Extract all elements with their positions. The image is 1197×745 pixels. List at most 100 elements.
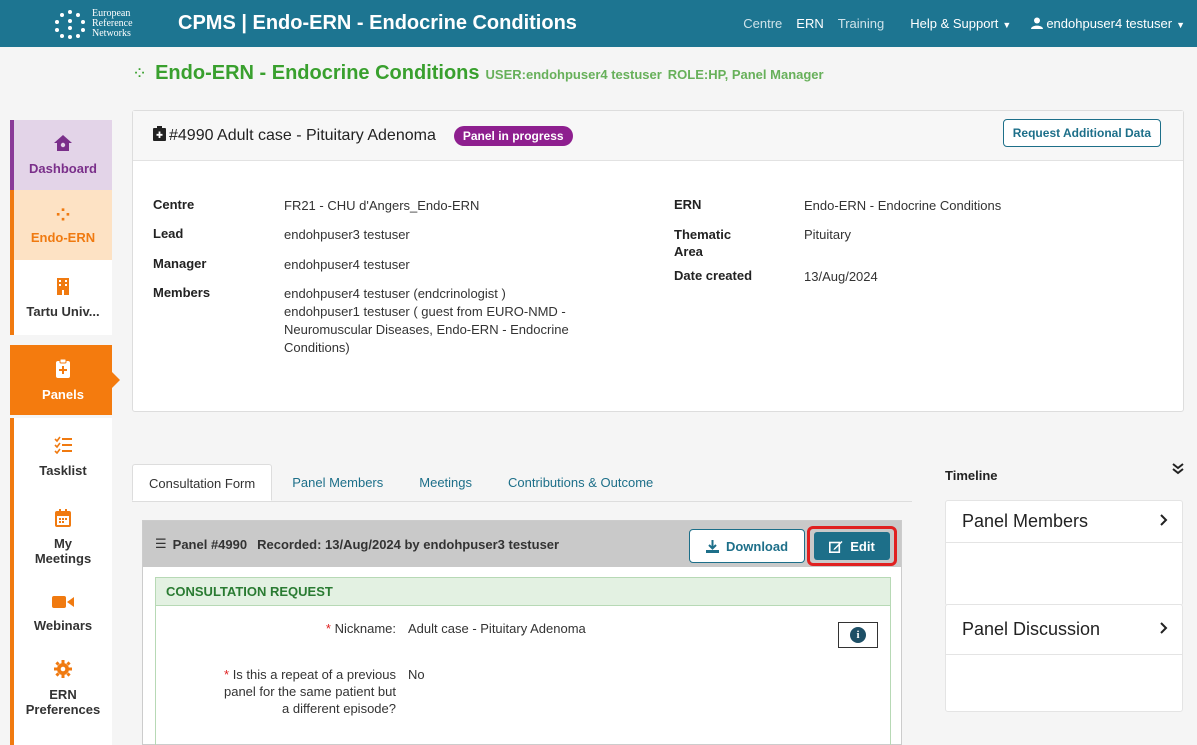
panel-tabs: Consultation Form Panel Members Meetings… [132, 464, 912, 502]
heading-user: USER:endohpuser4 testuser [485, 67, 662, 82]
sidebar-item-label: ERN Preferences [25, 687, 101, 717]
ern-label: ERN [674, 197, 702, 212]
sidebar-item-label: Endo-ERN [30, 230, 96, 245]
nav-user-menu[interactable]: endohpuser4 testuser ▼ [1031, 16, 1185, 31]
chevron-right-icon [1160, 513, 1168, 531]
nav-ern[interactable]: ERN [796, 16, 823, 31]
download-button[interactable]: Download [689, 529, 805, 563]
collapse-chevrons-icon[interactable] [1172, 462, 1184, 478]
timeline-title: Timeline [945, 468, 998, 483]
tab-consultation-form[interactable]: Consultation Form [132, 464, 273, 501]
page-heading: ⁘ Endo-ERN - Endocrine Conditions USER:e… [132, 62, 824, 85]
chevron-right-icon [1160, 621, 1168, 639]
logo-line: Reference [92, 17, 133, 29]
logo-text: European Reference Networks [92, 7, 133, 39]
sidebar-item-panels[interactable]: Panels [10, 345, 120, 415]
request-additional-data-button[interactable]: Request Additional Data [1002, 119, 1161, 147]
sidebar-item-my-meetings[interactable]: My Meetings [10, 496, 112, 578]
question-line: a different episode? [282, 701, 396, 716]
member-line: Neuromuscular Diseases, Endo-ERN - Endoc… [284, 322, 569, 337]
download-label: Download [725, 538, 789, 554]
tab-panel-members[interactable]: Panel Members [276, 464, 399, 501]
sidebar-item-label: Tartu Univ... [26, 303, 100, 319]
app-title[interactable]: CPMS | Endo-ERN - Endocrine Conditions [178, 12, 577, 35]
tasklist-icon [54, 436, 72, 459]
nav-training[interactable]: Training [838, 16, 884, 31]
building-icon [55, 277, 71, 300]
top-nav: Centre ERN Training Help & Support ▼ endo… [729, 0, 1185, 47]
timeline-card-header: Panel Discussion [946, 605, 1182, 655]
member-line: endohpuser1 testuser ( guest from EURO-N… [284, 304, 566, 319]
case-title-text: #4990 Adult case - Pituitary Adenoma [169, 127, 436, 144]
question-line: panel for the same patient but [223, 684, 396, 699]
calendar-icon [55, 508, 71, 532]
label-line: Area [674, 244, 703, 259]
heading-role: ROLE:HP, Panel Manager [667, 67, 824, 82]
timeline-card-panel-discussion[interactable]: Panel Discussion [945, 604, 1183, 712]
thematic-area-label: Thematic Area [674, 226, 731, 260]
date-created-value: 13/Aug/2024 [804, 269, 878, 284]
sidebar-item-label: Webinars [33, 618, 93, 633]
label-line: Thematic [674, 227, 732, 242]
member-line: endohpuser4 testuser (endcrinologist ) [284, 286, 506, 301]
download-icon [705, 539, 719, 553]
repeat-panel-answer: No [408, 667, 425, 682]
timeline-card-header: Panel Members [946, 501, 1182, 543]
case-card: #4990 Adult case - Pituitary Adenoma Pan… [132, 110, 1184, 412]
sidebar-item-label: My Meetings [34, 535, 92, 566]
sidebar-item-label: Panels [42, 387, 84, 402]
section-title: CONSULTATION REQUEST [156, 578, 890, 606]
member-line: Conditions) [284, 340, 350, 355]
list-icon: ☰ [155, 536, 167, 551]
network-icon: ⁘ [132, 63, 148, 83]
sidebar-item-label: Tasklist [39, 463, 87, 478]
nav-help-label: Help & Support [910, 16, 999, 31]
clipboard-icon [55, 358, 71, 383]
sidebar-item-label: Dashboard [29, 161, 97, 176]
logo-line: European [92, 7, 131, 19]
clipboard-icon [153, 126, 166, 141]
panel-form-header: ☰ Panel #4990 Recorded: 13/Aug/2024 by e… [143, 521, 901, 567]
centre-label: Centre [153, 197, 195, 212]
question-line: Is this a repeat of a previous [232, 667, 396, 682]
sidebar-item-webinars[interactable]: Webinars [10, 578, 112, 648]
caret-down-icon: ▼ [1002, 20, 1012, 30]
centre-value: FR21 - CHU d'Angers_Endo-ERN [284, 198, 480, 213]
logo-line: Networks [92, 27, 131, 39]
sidebar-item-endo-ern[interactable]: ⁘ Endo-ERN [10, 190, 112, 260]
lead-value: endohpuser3 testuser [284, 227, 410, 242]
sidebar-item-ern-preferences[interactable]: ERN Preferences [10, 648, 112, 745]
case-header: #4990 Adult case - Pituitary Adenoma Pan… [133, 111, 1183, 161]
sidebar-item-tasklist[interactable]: Tasklist [10, 418, 112, 496]
panel-recorded: Recorded: 13/Aug/2024 by endohpuser3 tes… [257, 536, 560, 552]
case-title: #4990 Adult case - Pituitary Adenoma [153, 126, 436, 145]
ern-logo[interactable]: European Reference Networks [52, 7, 162, 39]
video-icon [52, 593, 74, 614]
edit-label: Edit [850, 538, 875, 554]
lead-label: Lead [153, 226, 184, 241]
edit-button[interactable]: Edit [814, 532, 890, 560]
ern-stars-icon [52, 9, 88, 39]
gear-icon [54, 660, 72, 683]
sidebar-item-dashboard[interactable]: Dashboard [10, 120, 112, 190]
sidebar-item-tartu[interactable]: Tartu Univ... [10, 260, 112, 335]
edit-icon [829, 540, 843, 553]
caret-down-icon: ▼ [1176, 20, 1185, 30]
panel-form: ☰ Panel #4990 Recorded: 13/Aug/2024 by e… [142, 520, 902, 745]
info-button[interactable]: i [838, 622, 878, 648]
members-value: endohpuser4 testuser (endcrinologist ) e… [284, 285, 574, 357]
tab-contributions-outcome[interactable]: Contributions & Outcome [492, 464, 669, 501]
thematic-area-value: Pituitary [804, 227, 851, 242]
nav-help-support[interactable]: Help & Support ▼ [910, 16, 1011, 31]
top-navbar: European Reference Networks CPMS | Endo-… [0, 0, 1197, 47]
required-mark: * [224, 667, 230, 682]
user-icon [1031, 17, 1044, 29]
timeline-card-panel-members[interactable]: Panel Members [945, 500, 1183, 606]
info-icon: i [850, 627, 866, 643]
tab-meetings[interactable]: Meetings [403, 464, 488, 501]
network-icon: ⁘ [55, 205, 71, 225]
page-title: Endo-ERN - Endocrine Conditions [155, 62, 480, 84]
question-line: Nickname: [334, 621, 396, 636]
nickname-answer: Adult case - Pituitary Adenoma [408, 621, 586, 636]
nav-centre[interactable]: Centre [743, 16, 782, 31]
